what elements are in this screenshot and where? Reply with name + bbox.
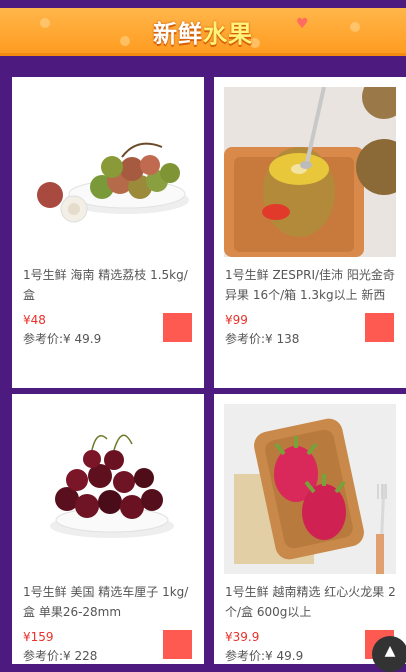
- product-title[interactable]: 1号生鲜 美国 精选车厘子 1kg/盒 单果26-28mm: [23, 582, 194, 622]
- product-price: ¥99: [225, 313, 248, 327]
- product-card[interactable]: 1号生鲜 海南 精选荔枝 1.5kg/盒 ¥48 参考价:¥ 49.9: [12, 77, 204, 388]
- add-to-cart-button[interactable]: [163, 630, 192, 659]
- arrow-up-icon[interactable]: ▲: [372, 636, 406, 672]
- product-price: ¥48: [23, 313, 46, 327]
- add-to-cart-button[interactable]: [365, 313, 394, 342]
- reference-price: 参考价:¥ 138: [225, 332, 300, 346]
- product-card[interactable]: 1号生鲜 越南精选 红心火龙果 2个/盒 600g以上 ¥39.9 参考价:¥ …: [214, 394, 406, 664]
- reference-price: 参考价:¥ 49.9: [225, 649, 304, 663]
- banner-title-part2: 水果: [203, 20, 253, 48]
- product-card[interactable]: 1号生鲜 ZESPRI/佳沛 阳光金奇异果 16个/箱 1.3kg以上 新西兰 …: [214, 77, 406, 388]
- banner-strip: ♥ 新鲜水果: [0, 8, 406, 56]
- banner-title: 新鲜水果: [0, 14, 406, 49]
- cherry-photo[interactable]: [22, 404, 194, 574]
- product-price: ¥159: [23, 630, 54, 644]
- reference-price: 参考价:¥ 49.9: [23, 332, 102, 346]
- banner-title-part1: 新鲜: [153, 20, 203, 48]
- product-title[interactable]: 1号生鲜 海南 精选荔枝 1.5kg/盒: [23, 265, 194, 305]
- reference-price: 参考价:¥ 228: [23, 649, 98, 663]
- add-to-cart-button[interactable]: [163, 313, 192, 342]
- product-price: ¥39.9: [225, 630, 260, 644]
- product-title[interactable]: 1号生鲜 越南精选 红心火龙果 2个/盒 600g以上: [225, 582, 396, 622]
- lychee-photo[interactable]: [22, 87, 194, 257]
- banner: ♥ 新鲜水果: [0, 0, 406, 60]
- product-card[interactable]: 1号生鲜 美国 精选车厘子 1kg/盒 单果26-28mm ¥159 参考价:¥…: [12, 394, 204, 664]
- product-title[interactable]: 1号生鲜 ZESPRI/佳沛 阳光金奇异果 16个/箱 1.3kg以上 新西兰: [225, 265, 396, 305]
- dragonfruit-photo[interactable]: [224, 404, 396, 574]
- kiwi-photo[interactable]: [224, 87, 396, 257]
